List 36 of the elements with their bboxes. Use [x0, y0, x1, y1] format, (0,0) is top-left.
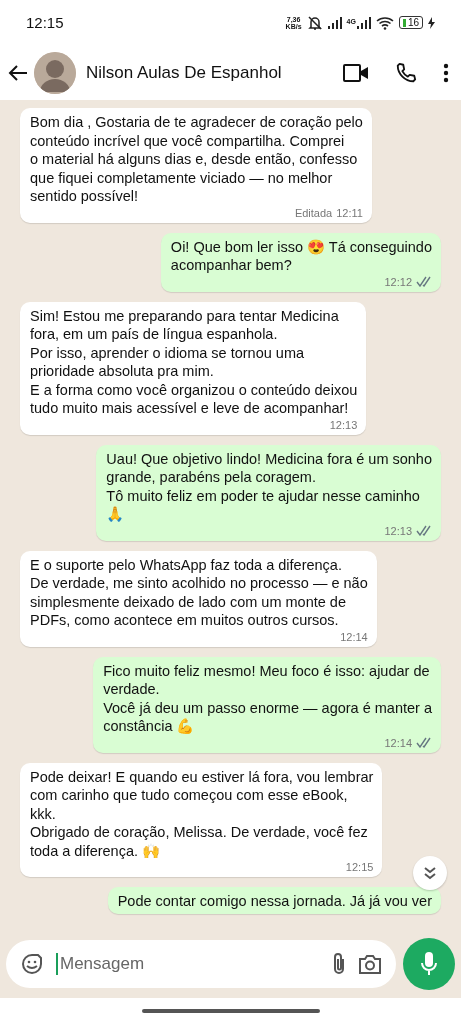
microphone-icon	[420, 951, 438, 977]
muted-alarm-icon	[306, 15, 323, 30]
double-chevron-icon	[423, 866, 437, 880]
signal-icon	[356, 16, 371, 29]
avatar[interactable]	[34, 51, 76, 94]
wifi-icon	[375, 15, 394, 30]
message-time: 12:11	[336, 205, 363, 220]
contact-name[interactable]: Nilson Aulas De Espanhol	[86, 62, 337, 83]
message-time: 12:12	[384, 274, 412, 289]
message-text: Sim! Estou me preparando para tentar Medicina fora, em um país de língua espanhola. Por isso, aprender o idioma se tornou uma prioridade absoluta pra mim. E a forma como você organizou o conteúdo deixou tudo muito mais acessível e leve de acompanhar!	[30, 306, 358, 418]
message-time: 12:15	[345, 860, 374, 874]
message-text: E o suporte pelo WhatsApp faz toda a diferença. De verdade, me sinto acolhido no processo — e não simplesmente deixado de lado com um monte de PDFs, como acontece em muitos outros cursos.	[30, 555, 368, 630]
phone-icon[interactable]	[395, 61, 417, 84]
message-text: Oi! Que bom ler isso 😍 Tá conseguindo acompanhar bem?	[170, 237, 432, 275]
message-time: 12:14	[384, 735, 412, 750]
message-time: 12:13	[384, 523, 412, 538]
paperclip-icon[interactable]	[332, 952, 346, 976]
message-time: 12:14	[340, 629, 368, 644]
video-camera-icon[interactable]	[343, 63, 369, 82]
clock-time: 12:15	[26, 14, 65, 31]
voice-message-button[interactable]	[403, 938, 455, 990]
message-time: 12:13	[329, 417, 358, 432]
message-text: Pode contar comigo nessa jornada. Já já vou ver	[117, 892, 432, 911]
edited-label: Editada	[294, 205, 333, 220]
back-arrow-icon[interactable]	[8, 63, 28, 82]
message-text: Pode deixar! E quando eu estiver lá fora, vou lembrar com carinho que tudo começou com esse eBook, kkk. Obrigado de coração, Melissa. De verdade, você fez toda a diferença. 🙌	[30, 767, 374, 860]
signal-icon	[327, 16, 342, 29]
sticker-icon[interactable]	[20, 952, 44, 976]
message-text: Bom dia , Gostaria de te agradecer de coração pelo conteúdo incrível que você compartilha. Comprei o material há alguns dias e, desde então, confesso que fiquei completamente viciado — no melhor sentido possível!	[30, 113, 363, 206]
message-text: Uau! Que objetivo lindo! Medicina fora é um sonho grande, parabéns pela coragem. Tô muito feliz em poder te ajudar nesse caminho 🙏	[106, 449, 432, 524]
battery-indicator: 16	[398, 16, 423, 29]
composer-bar[interactable]: Mensagem	[6, 940, 396, 988]
camera-icon[interactable]	[358, 953, 382, 975]
more-options-icon[interactable]	[443, 62, 449, 83]
scroll-down-button[interactable]	[413, 856, 447, 890]
message-text: Fico muito feliz mesmo! Meu foco é isso: ajudar de verdade. Você já deu um passo enorme — agora é manter a constância 💪	[103, 661, 432, 736]
